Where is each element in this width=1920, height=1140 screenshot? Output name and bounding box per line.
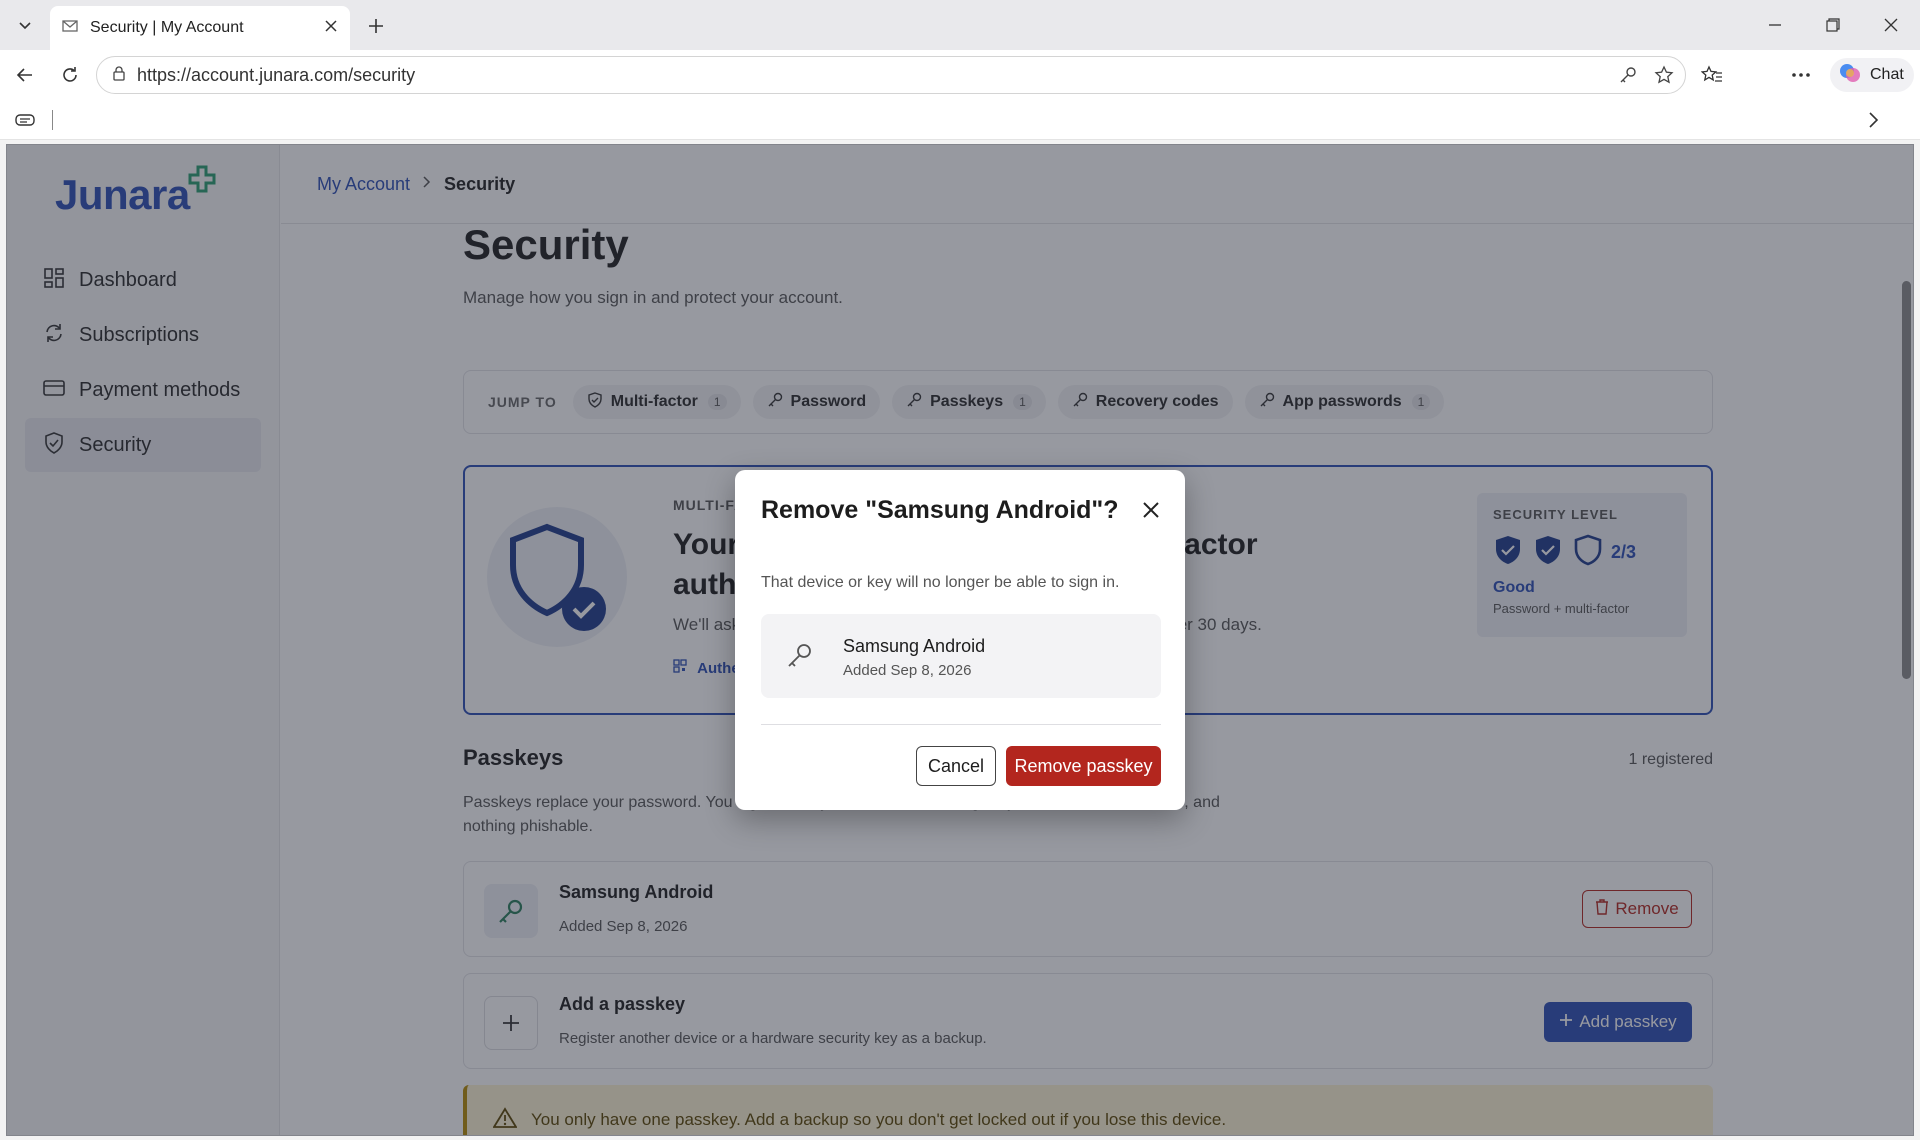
- dialog-divider: [761, 724, 1161, 725]
- browser-address-bar: https://account.junara.com/security Chat: [0, 50, 1920, 100]
- restore-icon[interactable]: [1810, 10, 1856, 40]
- more-options-icon[interactable]: [1786, 60, 1816, 90]
- password-key-icon[interactable]: [1613, 60, 1643, 90]
- copilot-icon: [1838, 61, 1862, 90]
- mail-icon: [62, 19, 78, 38]
- back-arrow-icon[interactable]: [10, 60, 40, 90]
- dialog-device-name: Samsung Android: [843, 636, 986, 656]
- dialog-device-added: Added Sep 8, 2026: [843, 662, 972, 679]
- browser-tab-security[interactable]: Security | My Account: [50, 6, 350, 50]
- browser-tab-bar: Security | My Account: [0, 0, 1920, 50]
- dialog-device-card: Samsung Android Added Sep 8, 2026: [761, 614, 1161, 698]
- new-tab-plus-icon[interactable]: [362, 12, 390, 40]
- confirm-remove-passkey-button[interactable]: Remove passkey: [1006, 746, 1161, 786]
- dialog-title: Remove "Samsung Android"?: [761, 496, 1119, 524]
- site-info-lock-icon[interactable]: [111, 65, 127, 86]
- bookmark-divider: [52, 110, 53, 130]
- reading-view-icon[interactable]: [14, 112, 36, 133]
- close-tab-icon[interactable]: [324, 19, 338, 38]
- chevron-right-icon[interactable]: [1866, 111, 1880, 134]
- copilot-chat-button[interactable]: Chat: [1830, 58, 1914, 92]
- favorites-list-icon[interactable]: [1697, 60, 1727, 90]
- close-window-icon[interactable]: [1868, 10, 1914, 40]
- url-bar[interactable]: https://account.junara.com/security: [96, 56, 1686, 94]
- tab-list-chevron-icon[interactable]: [10, 10, 40, 40]
- minimize-icon[interactable]: [1752, 10, 1798, 40]
- reload-icon[interactable]: [55, 60, 85, 90]
- cancel-button[interactable]: Cancel: [916, 746, 996, 786]
- chat-label: Chat: [1870, 66, 1904, 83]
- remove-passkey-dialog: Remove "Samsung Android"? That device or…: [735, 470, 1185, 810]
- bookmarks-bar: [0, 100, 1920, 140]
- key-icon: [785, 640, 815, 675]
- tab-title: Security | My Account: [90, 19, 244, 36]
- dialog-description: That device or key will no longer be abl…: [761, 574, 1120, 591]
- url-text: https://account.junara.com/security: [137, 64, 416, 85]
- close-icon[interactable]: [1135, 494, 1167, 526]
- favorite-star-icon[interactable]: [1649, 60, 1679, 90]
